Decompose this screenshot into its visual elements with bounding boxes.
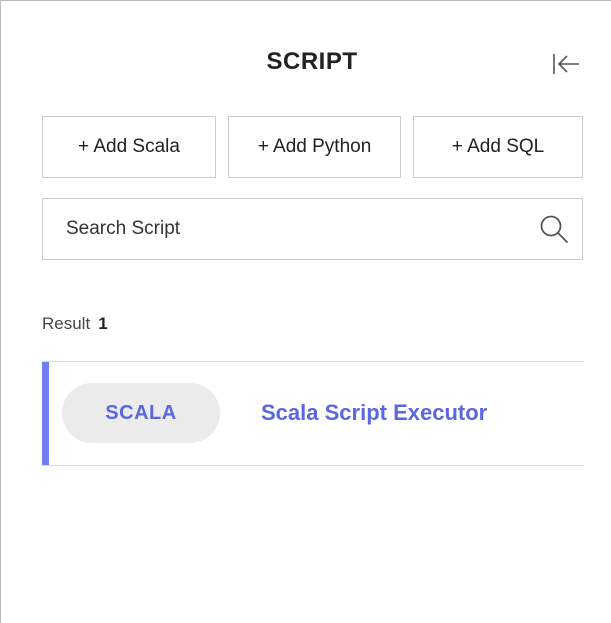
result-summary: Result 1 xyxy=(42,314,108,334)
search-box xyxy=(42,198,583,260)
panel-title: SCRIPT xyxy=(266,48,358,75)
language-badge: SCALA xyxy=(62,383,220,443)
script-name: Scala Script Executor xyxy=(261,400,488,425)
add-sql-button[interactable]: + Add SQL xyxy=(413,116,583,178)
script-list: SCALA Scala Script Executor xyxy=(42,361,584,466)
result-count: 1 xyxy=(98,314,108,333)
result-label: Result xyxy=(42,314,91,333)
script-panel: SCRIPT + Add Scala + Add Python + Add SQ… xyxy=(0,0,611,623)
search-icon[interactable] xyxy=(538,213,570,245)
add-scala-button[interactable]: + Add Scala xyxy=(42,116,216,178)
collapse-left-icon xyxy=(553,54,579,74)
add-python-button[interactable]: + Add Python xyxy=(228,116,401,178)
list-item[interactable]: SCALA Scala Script Executor xyxy=(42,362,584,465)
search-input[interactable] xyxy=(44,200,514,258)
selected-indicator xyxy=(42,362,49,465)
collapse-panel-button[interactable] xyxy=(546,49,584,79)
